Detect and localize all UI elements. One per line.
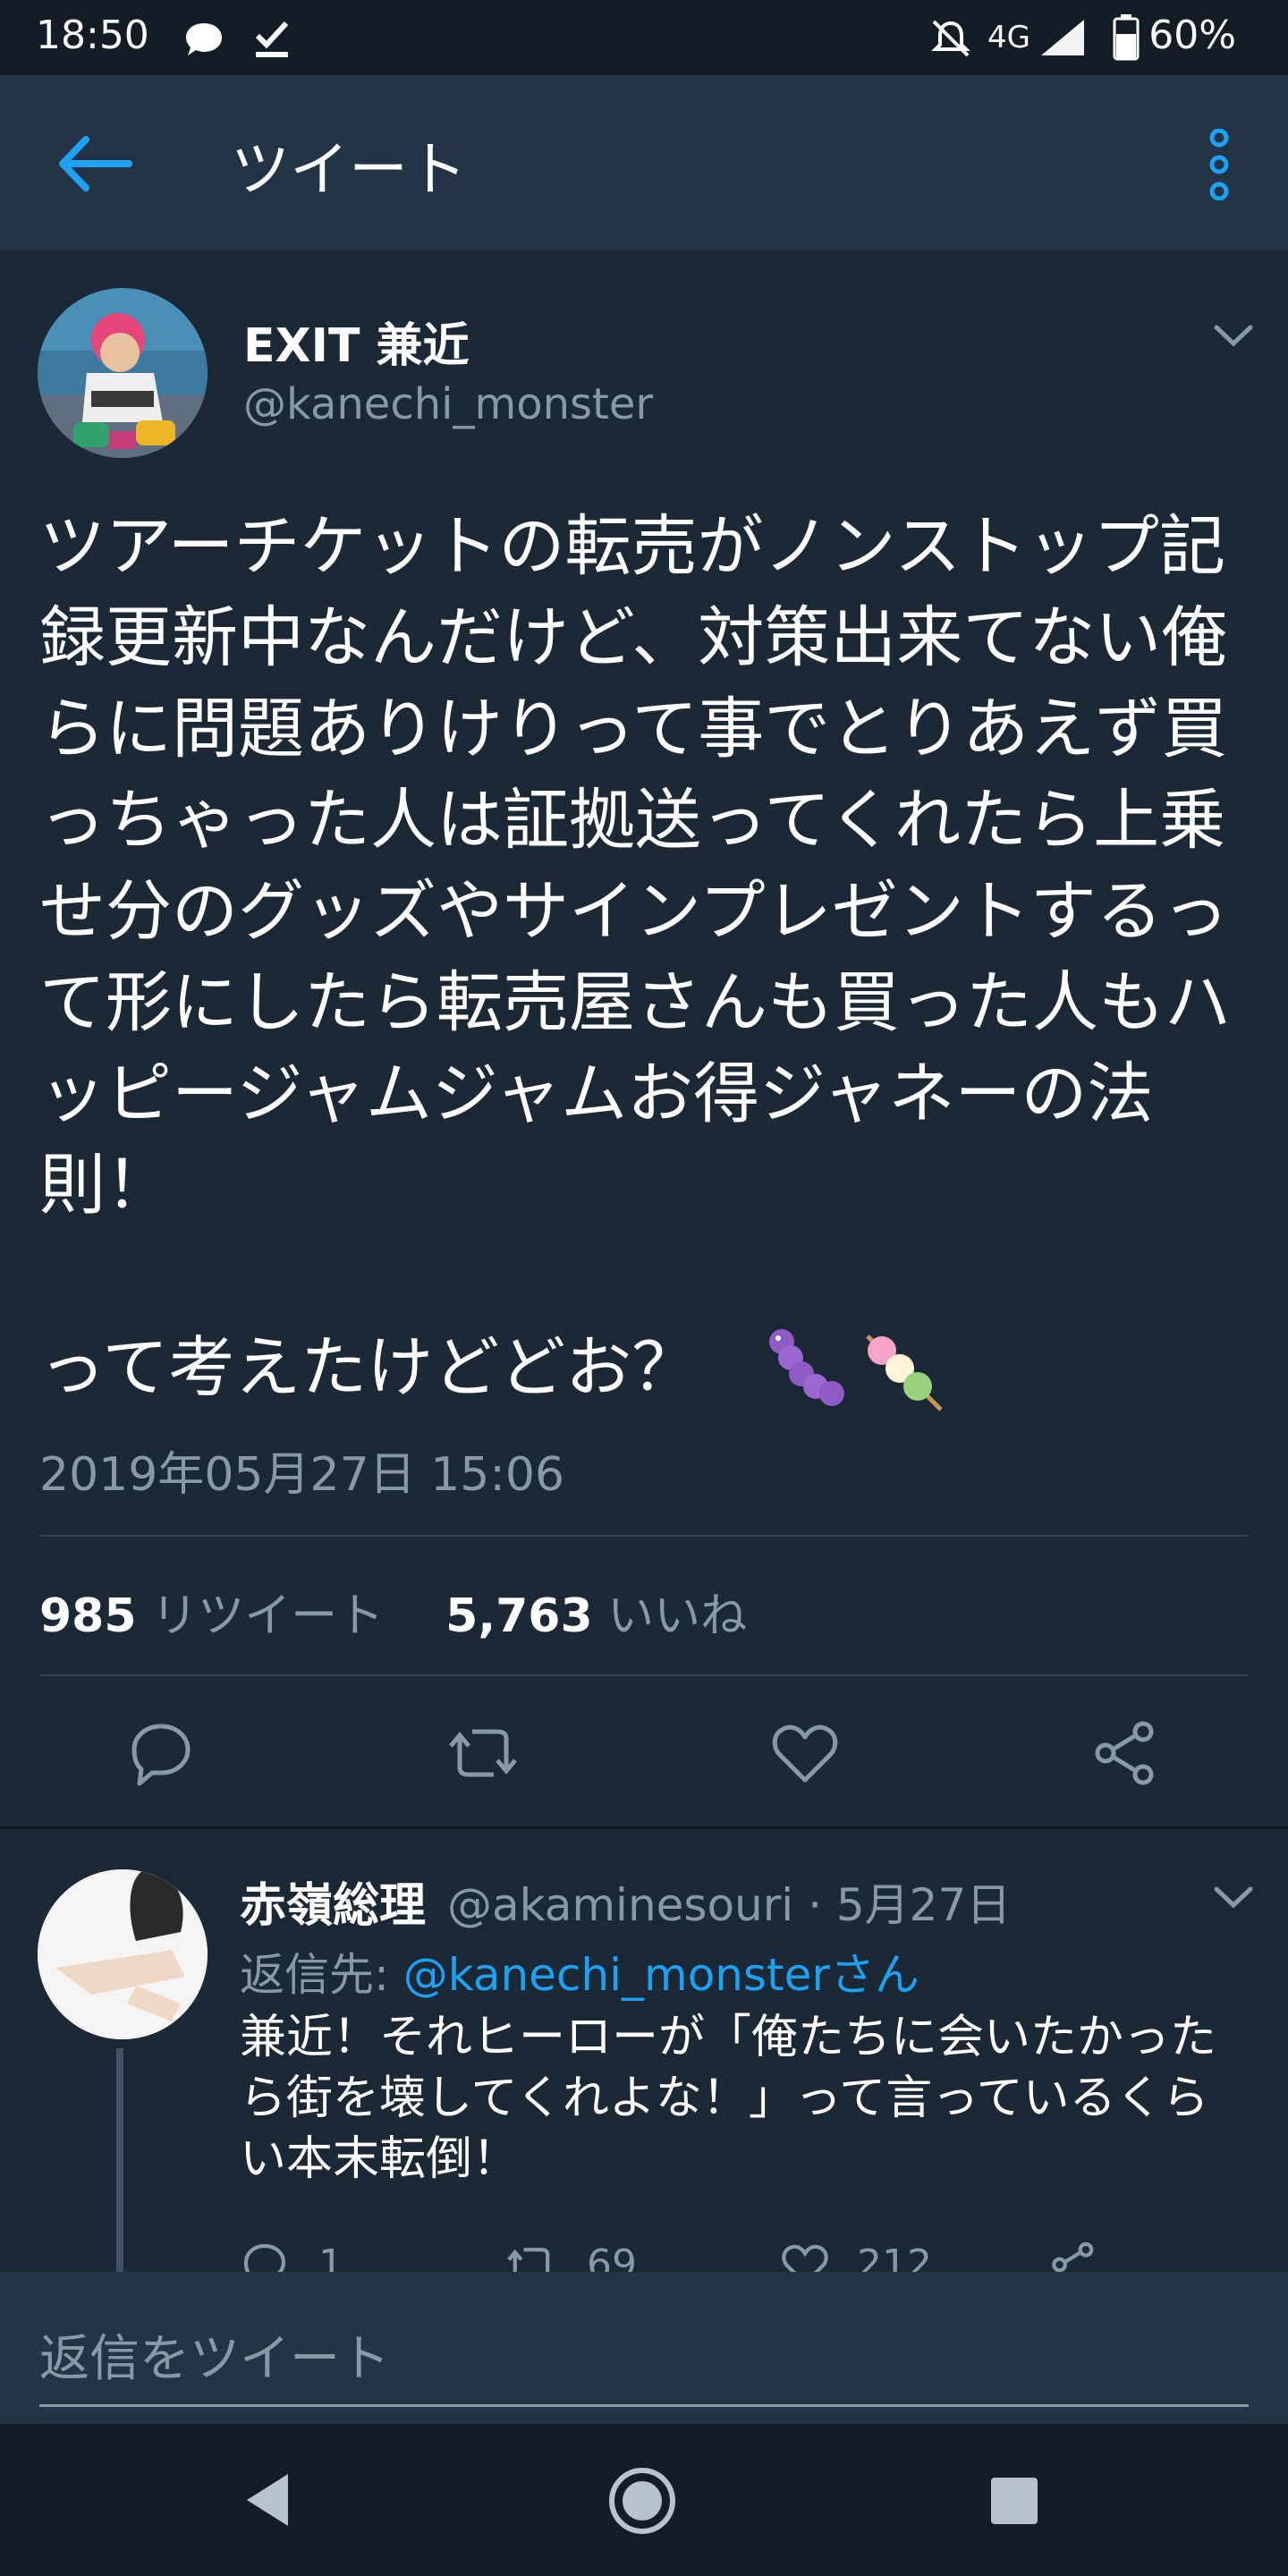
thread-line [116,2048,123,2272]
reply-icon[interactable] [125,1717,197,1789]
divider [39,1535,1249,1537]
battery-icon [1113,14,1140,61]
like-label[interactable]: いいね [607,1589,747,1643]
top-app-bar: ツイート [0,75,1288,250]
author-name[interactable]: EXIT 兼近 [243,308,470,375]
caterpillar-emoji-icon [769,1329,844,1406]
retweet-icon[interactable] [447,1717,519,1789]
back-arrow-icon[interactable] [54,132,134,195]
share-icon[interactable] [1048,2240,1098,2272]
reply-retweet-count: 69 [587,2241,637,2272]
network-type: 4G [987,20,1030,55]
status-bar: 18:50 4G 60% [0,0,1288,75]
like-icon[interactable] [769,1717,841,1789]
reply-to-line: 返信先: @kanechi_monsterさん [240,1939,919,2004]
reply-meta: @akaminesouri · 5月27日 [447,1879,1012,1931]
retweet-icon[interactable] [504,2240,558,2272]
reply-to-mention[interactable]: @kanechi_monsterさん [403,1949,919,2001]
like-count[interactable]: 5,763 [445,1589,592,1643]
reply-icon[interactable] [240,2240,290,2272]
retweet-count[interactable]: 985 [39,1589,137,1643]
download-done-icon [255,21,289,57]
status-time: 18:50 [36,13,149,58]
reply-to-label: 返信先: [240,1949,389,2001]
nav-back-icon[interactable] [242,2470,295,2529]
reply-actions: 1 69 212 [240,2233,1250,2272]
mute-bell-icon [931,20,970,57]
tweet-text: ツアーチケットの転売がノンストップ記録更新中なんだけど、対策出来てない俺らに問題… [39,508,1231,1406]
reply-avatar-image [38,1869,208,2039]
reply-text: 兼近！それヒーローが「俺たちに会いたかったら街を壊してくれよな！」って言っている… [240,2011,1217,2186]
nav-home-icon[interactable] [606,2465,678,2537]
nav-recents-icon[interactable] [989,2476,1039,2526]
author-handle[interactable]: @kanechi_monster [243,379,653,429]
divider [39,1674,1249,1676]
section-divider [0,1826,1288,1829]
tweet-timestamp: 2019年05月27日 15:06 [39,1448,565,1502]
chevron-down-icon[interactable] [1211,1884,1256,1911]
more-options-icon[interactable] [1199,129,1240,200]
retweet-label[interactable]: リツイート [151,1589,384,1643]
tweet-stats: 985 リツイート 5,763 いいね [39,1578,747,1645]
signal-icon [1041,20,1084,55]
reply-input[interactable]: 返信をツイート [39,2318,390,2391]
like-icon[interactable] [780,2240,830,2272]
system-nav-bar [0,2424,1288,2576]
reply-author-avatar[interactable] [38,1869,208,2039]
battery-percent: 60% [1148,13,1236,58]
chat-bubble-icon [186,23,222,55]
page-title: ツイート [231,135,467,204]
reply-reply-count: 1 [318,2241,343,2272]
reply-author-name[interactable]: 赤嶺総理 [240,1868,426,1935]
share-icon[interactable] [1089,1717,1161,1789]
reply-like-count: 212 [857,2241,932,2272]
author-avatar-image [38,288,208,458]
reply-composer[interactable]: 返信をツイート [0,2272,1288,2424]
input-underline [39,2404,1249,2407]
dango-emoji-icon [866,1335,943,1411]
chevron-down-icon[interactable] [1211,322,1256,349]
author-avatar[interactable] [38,288,208,458]
